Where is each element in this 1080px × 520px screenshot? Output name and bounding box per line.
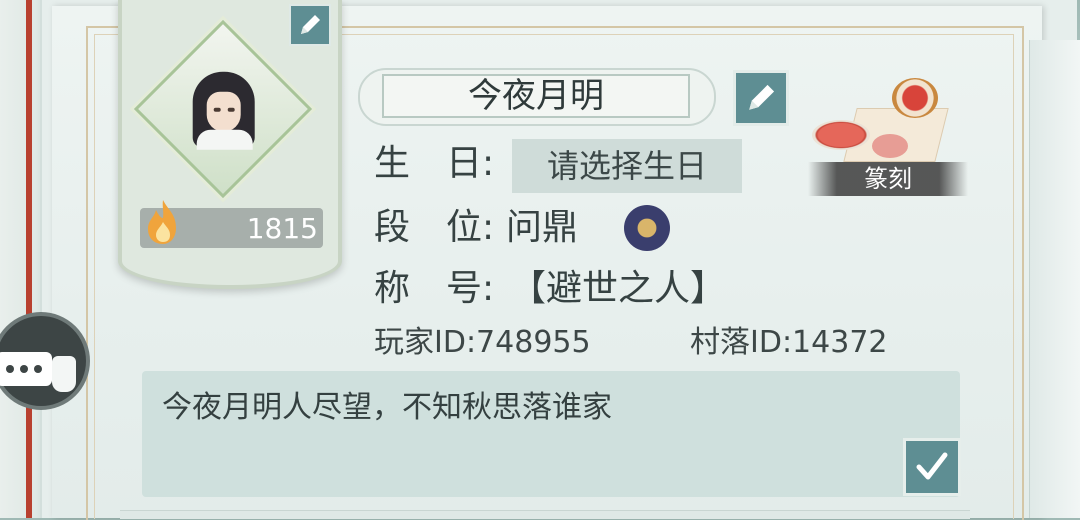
score-value: 1815 (246, 212, 318, 245)
title-label: 称 号: (374, 268, 495, 309)
pencil-icon (749, 84, 775, 110)
chat-dot (6, 365, 14, 373)
rank-value: 问鼎 (506, 207, 579, 248)
decorative-rope (8, 0, 32, 518)
birthday-select[interactable]: 请选择生日 (512, 139, 742, 193)
edit-name-button[interactable] (733, 70, 789, 126)
wine-bottle-icon (52, 356, 76, 392)
rank-badge-icon[interactable] (624, 205, 670, 251)
signature-text: 今夜月明人尽望，不知秋思落谁家 (162, 390, 612, 425)
seal-stamp-icon (892, 78, 938, 118)
title-value[interactable]: 【避世之人】 (510, 267, 726, 311)
player-name: 今夜月明 (468, 76, 604, 116)
seal-imprint-icon (872, 134, 908, 158)
rank-label: 段 位: (374, 207, 495, 248)
village-id: 村落ID:14372 (690, 325, 888, 360)
seal-carving-label: 篆刻 (808, 162, 968, 196)
player-id: 玩家ID:748955 (374, 325, 591, 360)
checkmark-icon (916, 452, 948, 480)
side-sheet (1029, 40, 1080, 518)
fire-icon (148, 200, 176, 244)
birthday-label: 生 日: (374, 143, 495, 184)
chat-dot (20, 365, 28, 373)
chat-dot (34, 365, 42, 373)
confirm-button[interactable] (903, 438, 961, 496)
ink-pad-icon (812, 120, 870, 150)
edit-avatar-button[interactable] (289, 4, 331, 46)
avatar-image (189, 71, 259, 150)
pencil-icon (301, 15, 320, 34)
